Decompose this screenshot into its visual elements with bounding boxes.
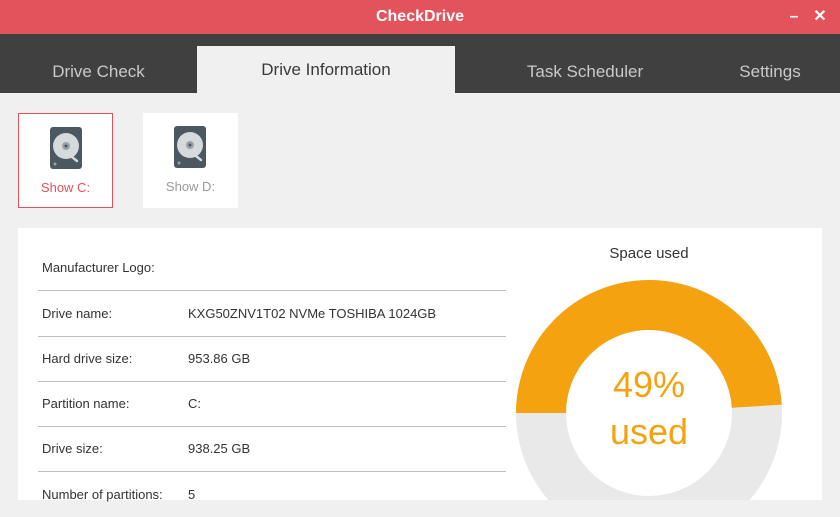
close-button[interactable]: ✕ <box>808 0 832 34</box>
tab-task-scheduler[interactable]: Task Scheduler <box>470 34 700 93</box>
info-row-number-of-partitions: Number of partitions: 5 <box>38 472 506 517</box>
info-key: Drive name: <box>42 306 113 321</box>
tab-bar: Drive Check Drive Information Task Sched… <box>0 34 840 93</box>
space-used-label: used <box>609 411 689 452</box>
minimize-button[interactable]: – <box>782 0 806 34</box>
tab-drive-check[interactable]: Drive Check <box>0 34 197 93</box>
show-c-button[interactable]: Show C: <box>18 113 113 208</box>
info-row-manufacturer-logo: Manufacturer Logo: <box>38 245 506 291</box>
hard-drive-icon <box>174 126 206 168</box>
show-d-label: Show D: <box>165 179 216 194</box>
hard-drive-icon <box>50 127 82 169</box>
info-key: Drive size: <box>42 441 103 456</box>
info-key: Number of partitions: <box>42 487 163 502</box>
space-used-percent: 49% <box>612 364 686 405</box>
info-key: Manufacturer Logo: <box>42 260 155 275</box>
info-value: 953.86 GB <box>188 351 251 366</box>
app-title: CheckDrive <box>375 8 465 25</box>
info-value: C: <box>188 396 201 411</box>
info-row-drive-name: Drive name: KXG50ZNV1T02 NVMe TOSHIBA 10… <box>38 291 506 337</box>
info-value: 938.25 GB <box>188 441 251 456</box>
tab-drive-information[interactable]: Drive Information <box>197 46 455 93</box>
show-d-button[interactable]: Show D: <box>143 113 238 208</box>
info-row-hard-drive-size: Hard drive size: 953.86 GB <box>38 336 506 382</box>
info-key: Hard drive size: <box>42 351 133 366</box>
space-used-title: Space used <box>609 245 689 262</box>
info-key: Partition name: <box>42 396 130 411</box>
info-row-partition-name: Partition name: C: <box>38 381 506 427</box>
info-row-drive-size: Drive size: 938.25 GB <box>38 426 506 472</box>
show-c-label: Show C: <box>40 180 91 195</box>
drive-info-panel: Manufacturer Logo: Drive name: KXG50ZNV1… <box>18 228 822 502</box>
title-bar: CheckDrive – ✕ <box>0 0 840 34</box>
info-value: 5 <box>188 487 196 502</box>
tab-settings[interactable]: Settings <box>700 34 840 93</box>
info-value: KXG50ZNV1T02 NVMe TOSHIBA 1024GB <box>188 306 437 321</box>
